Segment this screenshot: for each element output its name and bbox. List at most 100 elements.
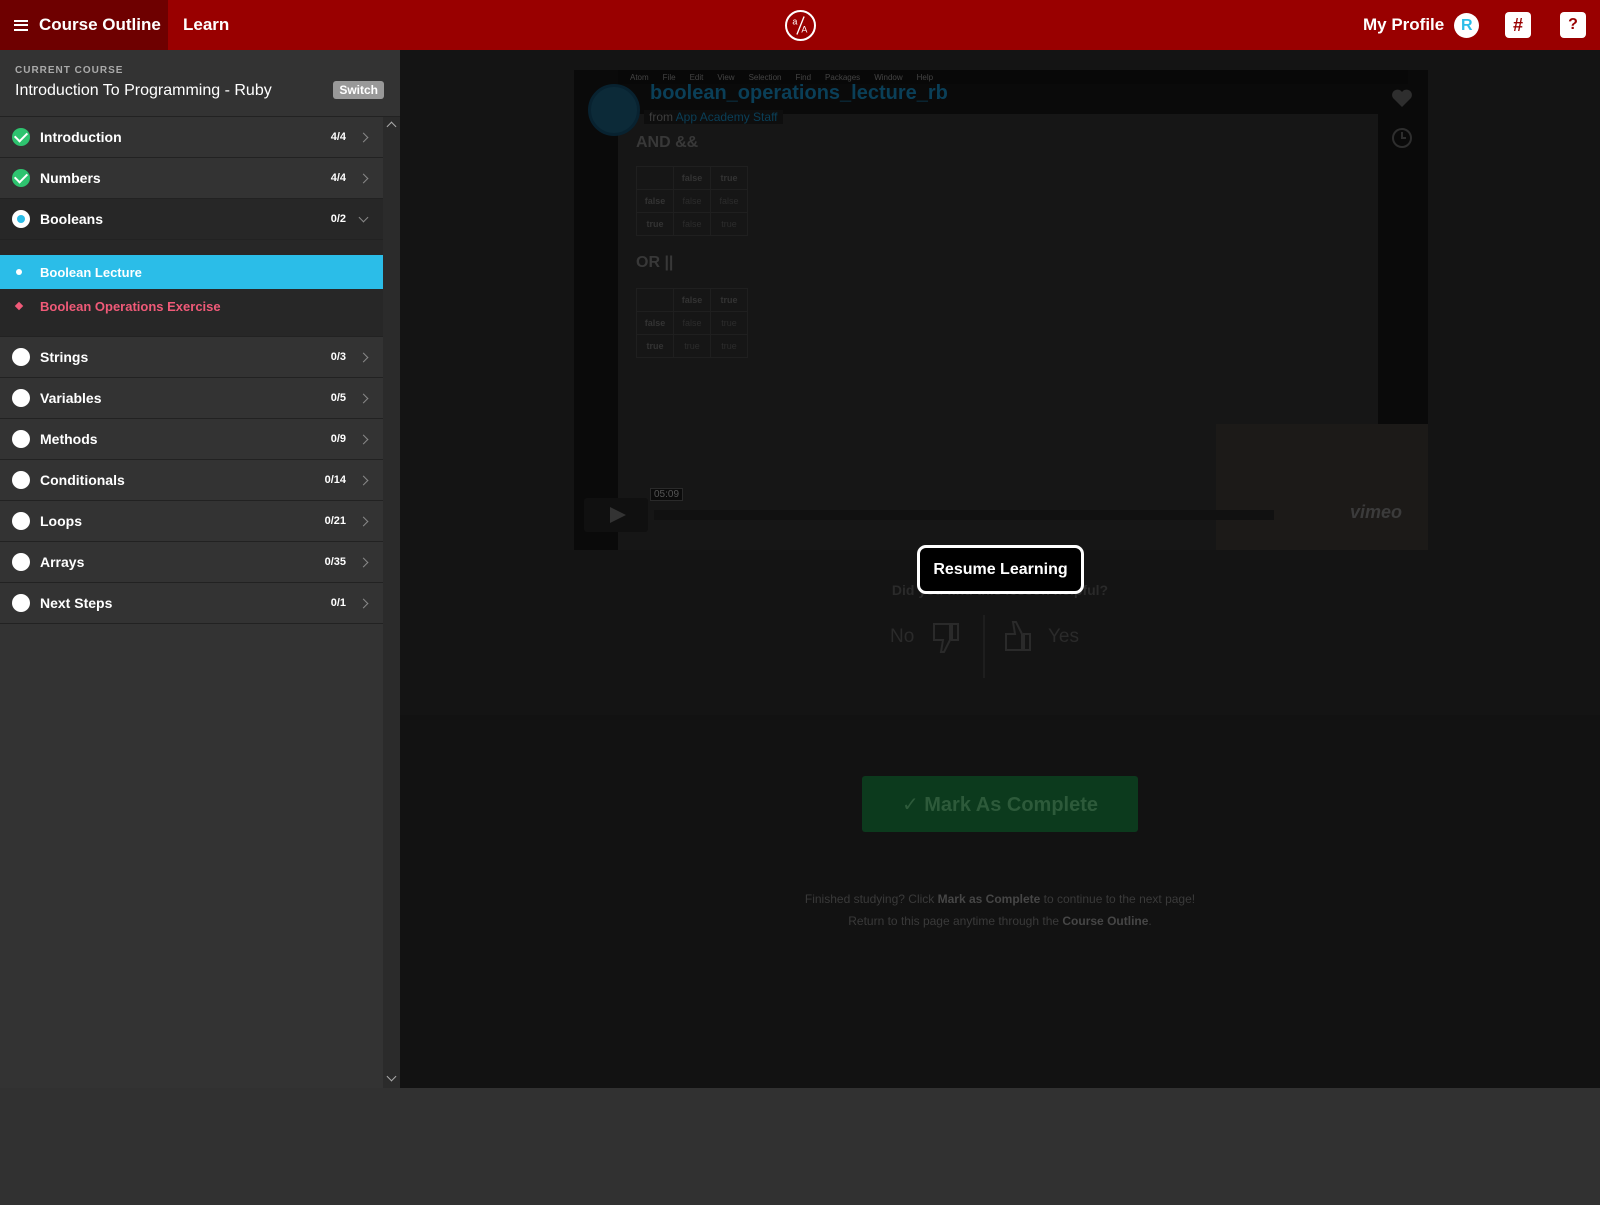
module-label: Numbers bbox=[40, 170, 101, 186]
scroll-up-icon[interactable] bbox=[386, 121, 397, 132]
truth-table-row: true false true bbox=[636, 212, 748, 236]
lesson-list: Boolean Lecture Boolean Operations Exerci… bbox=[0, 240, 383, 337]
truth-table-row: false false false bbox=[636, 189, 748, 213]
slack-button[interactable]: # bbox=[1505, 12, 1531, 38]
chevron-right-icon bbox=[358, 173, 369, 183]
module-label: Variables bbox=[40, 390, 102, 406]
truth-table-cell bbox=[636, 166, 674, 190]
finish-instructions-line-1: Finished studying? Click Mark as Complet… bbox=[400, 892, 1600, 906]
sidebar-module-booleans[interactable]: Booleans 0/2 bbox=[0, 199, 383, 240]
help-button[interactable]: ? bbox=[1560, 12, 1586, 38]
lesson-label: Boolean Lecture bbox=[40, 264, 142, 280]
module-progress: 0/14 bbox=[324, 474, 346, 486]
video-controls: 05:09 vimeo bbox=[584, 488, 1418, 532]
module-progress: 4/4 bbox=[330, 172, 346, 184]
slack-icon: # bbox=[1512, 15, 1523, 35]
and-heading: AND && bbox=[636, 134, 699, 151]
mark-as-complete-button[interactable]: ✓ Mark As Complete bbox=[862, 776, 1138, 832]
truth-table-cell: true bbox=[673, 334, 711, 358]
sidebar-module-variables[interactable]: Variables 0/5 bbox=[0, 378, 383, 419]
avatar: R bbox=[1454, 12, 1480, 38]
resume-learning-button[interactable]: Resume Learning bbox=[917, 545, 1084, 594]
current-course-header: CURRENT COURSE Introduction To Programmi… bbox=[0, 50, 400, 117]
sidebar-module-introduction[interactable]: Introduction 4/4 bbox=[0, 117, 383, 158]
finish-text-part: to continue to the next page! bbox=[1040, 892, 1196, 906]
sidebar-module-strings[interactable]: Strings 0/3 bbox=[0, 337, 383, 378]
lesson-item[interactable]: Boolean Lecture bbox=[0, 255, 383, 289]
menubar-item: Help bbox=[916, 72, 934, 82]
current-course-label: CURRENT COURSE bbox=[15, 65, 124, 76]
sidebar-module-next-steps[interactable]: Next Steps 0/1 bbox=[0, 583, 383, 624]
truth-table-cell: true bbox=[710, 288, 748, 312]
switch-course-button[interactable]: Switch bbox=[333, 81, 384, 99]
menubar-item: Window bbox=[874, 72, 903, 82]
play-icon[interactable] bbox=[584, 498, 648, 532]
empty-circle-icon bbox=[12, 389, 30, 407]
vote-no-button[interactable]: No bbox=[890, 620, 962, 654]
course-title: Introduction To Programming - Ruby bbox=[15, 82, 272, 99]
truth-table-cell: false bbox=[636, 189, 674, 213]
chevron-right-icon bbox=[358, 352, 369, 362]
sidebar-module-numbers[interactable]: Numbers 4/4 bbox=[0, 158, 383, 199]
chevron-down-icon bbox=[358, 212, 369, 222]
thumbs-down-icon bbox=[933, 623, 960, 653]
my-profile-label: My Profile bbox=[1363, 15, 1445, 34]
course-outline-toggle[interactable]: Course Outline bbox=[0, 0, 168, 50]
empty-circle-icon bbox=[12, 512, 30, 530]
module-progress: 0/21 bbox=[324, 515, 346, 527]
exercise-diamond-icon bbox=[14, 301, 24, 311]
module-progress: 0/35 bbox=[324, 556, 346, 568]
scroll-down-icon[interactable] bbox=[386, 1071, 397, 1082]
sidebar-module-loops[interactable]: Loops 0/21 bbox=[0, 501, 383, 542]
vimeo-logo[interactable]: vimeo bbox=[1350, 502, 1402, 523]
or-heading: OR || bbox=[636, 254, 674, 271]
top-nav-bar: Course Outline Learn aA My Profile R # ? bbox=[0, 0, 1600, 50]
video-byline: from App Academy Staff bbox=[644, 110, 783, 124]
truth-table-cell: false bbox=[673, 311, 711, 335]
module-progress: 0/9 bbox=[330, 433, 346, 445]
sidebar-module-arrays[interactable]: Arrays 0/35 bbox=[0, 542, 383, 583]
from-label: from bbox=[649, 110, 673, 124]
finish-text-bold: Mark as Complete bbox=[937, 892, 1041, 906]
finish-text-part: . bbox=[1148, 914, 1152, 928]
vote-yes-button[interactable]: Yes bbox=[1000, 620, 1079, 654]
vote-no-label: No bbox=[890, 626, 915, 647]
module-progress: 0/1 bbox=[330, 597, 346, 609]
truth-table-cell: true bbox=[636, 212, 674, 236]
sidebar-scrollbar[interactable] bbox=[383, 117, 400, 1088]
chevron-right-icon bbox=[358, 516, 369, 526]
empty-circle-icon bbox=[12, 553, 30, 571]
video-player[interactable]: Atom File Edit View Selection Find Packages Win… bbox=[574, 70, 1428, 550]
thumbs-up-icon bbox=[1005, 621, 1031, 651]
module-progress: 0/3 bbox=[330, 351, 346, 363]
module-label: Next Steps bbox=[40, 595, 113, 611]
menubar-item: View bbox=[717, 72, 735, 82]
app-academy-logo-icon[interactable]: aA bbox=[785, 10, 816, 41]
truth-table-row: false true bbox=[636, 288, 748, 312]
video-title[interactable]: boolean_operations_lecture_rb bbox=[650, 82, 948, 105]
lecture-dot-icon bbox=[16, 269, 22, 275]
like-heart-icon[interactable] bbox=[1390, 86, 1414, 110]
finish-text-bold: Course Outline bbox=[1062, 914, 1149, 928]
truth-table-cell: false bbox=[673, 166, 711, 190]
chevron-right-icon bbox=[358, 475, 369, 485]
vote-yes-label: Yes bbox=[1048, 626, 1079, 647]
learn-link[interactable]: Learn bbox=[183, 0, 229, 50]
lesson-label: Boolean Operations Exercise bbox=[40, 298, 221, 314]
my-profile-link[interactable]: My Profile R bbox=[1363, 0, 1480, 50]
sidebar-module-conditionals[interactable]: Conditionals 0/14 bbox=[0, 460, 383, 501]
empty-circle-icon bbox=[12, 594, 30, 612]
check-circle-icon bbox=[12, 169, 30, 187]
video-author[interactable]: App Academy Staff bbox=[676, 110, 778, 124]
hamburger-icon bbox=[14, 19, 28, 31]
truth-table-cell: false bbox=[710, 189, 748, 213]
video-progress-bar[interactable] bbox=[654, 510, 1274, 520]
module-label: Arrays bbox=[40, 554, 85, 570]
channel-avatar-icon[interactable] bbox=[588, 84, 640, 136]
truth-table-cell: true bbox=[710, 166, 748, 190]
current-circle-icon bbox=[12, 210, 30, 228]
truth-table-cell: true bbox=[710, 311, 748, 335]
watch-later-clock-icon[interactable] bbox=[1390, 126, 1414, 150]
lesson-item[interactable]: Boolean Operations Exercise bbox=[0, 289, 383, 323]
sidebar-module-methods[interactable]: Methods 0/9 bbox=[0, 419, 383, 460]
